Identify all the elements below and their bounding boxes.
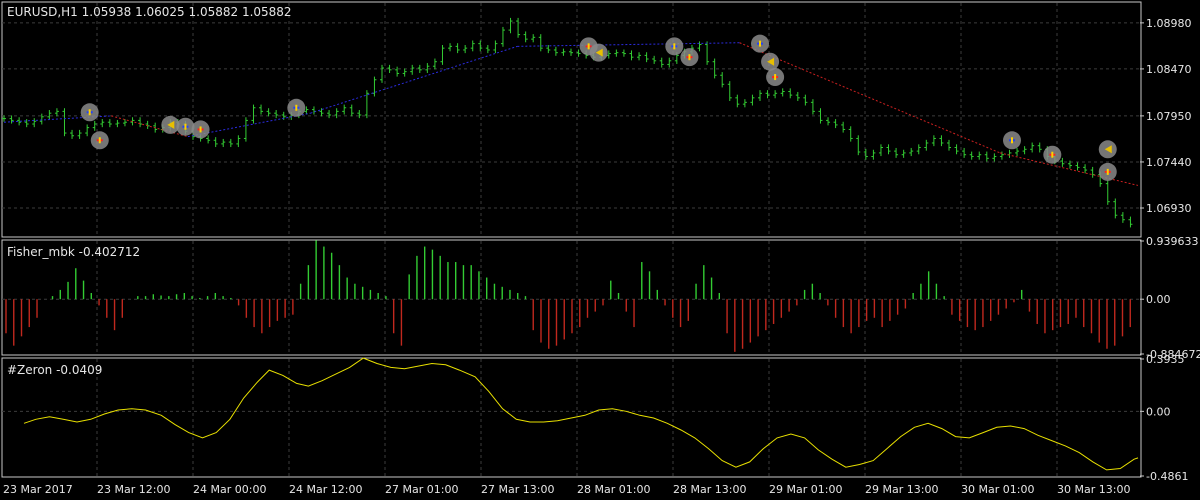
y-tick-label: 1.06930	[1146, 202, 1192, 215]
y-tick-label: 0.00	[1146, 293, 1171, 306]
fisher-panel-title: Fisher_mbk -0.402712	[7, 245, 140, 259]
y-tick-label: 0.939633	[1146, 235, 1199, 248]
trading-chart: 1.08980 1.08470 1.07950 1.07440 1.06930 0.939…	[1, 1, 1200, 496]
time-tick-label: 27 Mar 13:00	[481, 483, 554, 496]
fisher-histogram	[5, 240, 1131, 352]
y-tick-label: 0.00	[1146, 405, 1171, 418]
price-panel-title: EURUSD,H1 1.05938 1.06025 1.05882 1.0588…	[7, 5, 292, 19]
time-tick-label: 29 Mar 13:00	[865, 483, 938, 496]
zigzag-line	[3, 42, 1139, 186]
y-tick-label: -0.4861	[1146, 470, 1188, 483]
time-tick-label: 24 Mar 12:00	[289, 483, 362, 496]
time-tick-label: 28 Mar 01:00	[577, 483, 650, 496]
time-tick-label: 29 Mar 01:00	[769, 483, 842, 496]
time-axis-labels: 23 Mar 2017 23 Mar 12:00 24 Mar 00:00 24 Ma…	[3, 483, 1130, 496]
time-tick-label: 30 Mar 01:00	[961, 483, 1034, 496]
zigzag-segment	[310, 45, 518, 114]
zeron-series-line	[23, 357, 1139, 471]
y-tick-label: 1.08980	[1146, 17, 1192, 30]
time-tick-label: 28 Mar 13:00	[673, 483, 746, 496]
y-tick-label: 1.07950	[1146, 110, 1192, 123]
zigzag-segment	[999, 152, 1139, 186]
fisher-panel[interactable]	[1, 239, 1142, 356]
y-tick-label: 1.08470	[1146, 63, 1192, 76]
zeron-line	[23, 357, 1139, 471]
y-axis-labels: 1.08980 1.08470 1.07950 1.07440 1.06930 0.939…	[1140, 17, 1200, 483]
zeron-panel-title: #Zeron -0.0409	[7, 363, 102, 377]
time-tick-label: 24 Mar 00:00	[193, 483, 266, 496]
time-tick-label: 23 Mar 2017	[3, 483, 73, 496]
y-tick-label: 1.07440	[1146, 156, 1192, 169]
y-tick-label: 0.3935	[1146, 353, 1185, 366]
time-tick-label: 27 Mar 01:00	[385, 483, 458, 496]
time-tick-label: 23 Mar 12:00	[97, 483, 170, 496]
time-tick-label: 30 Mar 13:00	[1057, 483, 1130, 496]
